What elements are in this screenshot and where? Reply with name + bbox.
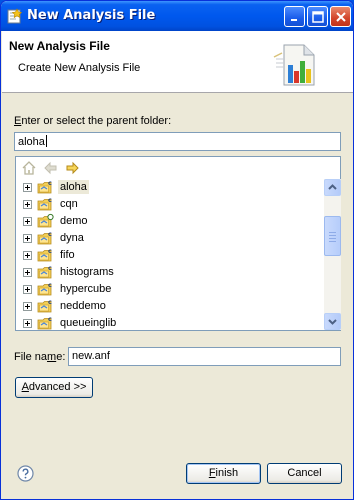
- svg-text:c: c: [48, 298, 52, 306]
- svg-text:c: c: [48, 196, 52, 204]
- analysis-file-wizard-icon: [273, 44, 315, 86]
- scroll-up-button[interactable]: [324, 179, 341, 196]
- maximize-icon: [312, 11, 324, 23]
- parent-folder-input[interactable]: aloha: [14, 132, 341, 151]
- project-folder-icon: c: [37, 196, 52, 211]
- title-bar[interactable]: New Analysis File: [1, 1, 353, 31]
- tree-item-label: queueinglib: [60, 317, 117, 329]
- expand-toggle-icon[interactable]: [23, 234, 32, 243]
- home-icon[interactable]: [21, 161, 37, 175]
- file-name-label: File name:: [14, 351, 66, 363]
- tree-item-dyna[interactable]: c dyna: [16, 230, 316, 247]
- page-description: Create New Analysis File: [18, 62, 141, 74]
- expand-toggle-icon[interactable]: [23, 268, 32, 277]
- project-folder-icon: [37, 213, 54, 228]
- wizard-header: New Analysis File Create New Analysis Fi…: [2, 31, 353, 93]
- project-folder-icon: c: [37, 298, 52, 313]
- advanced-button[interactable]: Advanced >>: [15, 377, 93, 398]
- expand-toggle-icon[interactable]: [23, 302, 32, 311]
- page-title: New Analysis File: [9, 39, 110, 53]
- project-folder-icon: c: [37, 264, 52, 279]
- project-folder-icon: c: [37, 247, 52, 262]
- tree-item-neddemo[interactable]: c neddemo: [16, 298, 316, 315]
- project-folder-icon: c: [37, 230, 52, 245]
- tree-item-hypercube[interactable]: c hypercube: [16, 281, 316, 298]
- chevron-down-icon: [328, 319, 337, 325]
- forward-arrow-icon[interactable]: [65, 161, 81, 175]
- tree-vertical-scrollbar[interactable]: [324, 179, 341, 330]
- tree-item-label: fifo: [60, 249, 75, 261]
- close-icon: [336, 12, 346, 22]
- dialog-window: New Analysis File New Analysis File Crea…: [0, 0, 354, 500]
- tree-item-cqn[interactable]: c cqn: [16, 196, 316, 213]
- project-folder-icon: c: [37, 315, 52, 330]
- chevron-up-icon: [328, 184, 337, 190]
- svg-text:c: c: [48, 281, 52, 289]
- tree-toolbar: [16, 157, 340, 179]
- expand-toggle-icon[interactable]: [23, 217, 32, 226]
- svg-text:c: c: [48, 230, 52, 238]
- tree-item-label: cqn: [60, 198, 78, 210]
- svg-text:c: c: [48, 179, 52, 187]
- file-name-input[interactable]: new.anf: [68, 347, 341, 366]
- minimize-button[interactable]: [284, 6, 305, 27]
- expand-toggle-icon[interactable]: [23, 319, 32, 328]
- expand-toggle-icon[interactable]: [23, 183, 32, 192]
- svg-text:c: c: [48, 315, 52, 323]
- tree-item-label: dyna: [60, 232, 84, 244]
- minimize-icon: [291, 19, 297, 21]
- window-title: New Analysis File: [27, 8, 156, 23]
- tree-item-aloha[interactable]: c aloha: [16, 179, 316, 196]
- tree-item-label: neddemo: [60, 300, 106, 312]
- tree-item-label: histograms: [60, 266, 114, 278]
- folder-tree[interactable]: c aloha c cqn demo c dyna c fifo c histograms c hype…: [15, 156, 341, 331]
- scroll-thumb[interactable]: [324, 216, 341, 256]
- scroll-down-button[interactable]: [324, 313, 341, 330]
- expand-toggle-icon[interactable]: [23, 200, 32, 209]
- help-icon[interactable]: [17, 465, 34, 482]
- tree-item-histograms[interactable]: c histograms: [16, 264, 316, 281]
- tree-item-label: aloha: [58, 180, 89, 194]
- parent-folder-label: Enter or select the parent folder:: [14, 115, 172, 127]
- eclipse-wizard-icon: [7, 8, 23, 24]
- expand-toggle-icon[interactable]: [23, 285, 32, 294]
- back-arrow-icon[interactable]: [42, 161, 58, 175]
- project-folder-icon: c: [37, 179, 52, 194]
- finish-button[interactable]: Finish: [186, 463, 261, 484]
- tree-item-label: demo: [60, 215, 88, 227]
- cancel-button[interactable]: Cancel: [267, 463, 342, 484]
- tree-item-label: hypercube: [60, 283, 112, 295]
- expand-toggle-icon[interactable]: [23, 251, 32, 260]
- tree-item-demo[interactable]: demo: [16, 213, 316, 230]
- project-folder-icon: c: [37, 281, 52, 296]
- svg-text:c: c: [48, 264, 52, 272]
- svg-text:c: c: [48, 247, 52, 255]
- tree-item-queueinglib[interactable]: c queueinglib: [16, 315, 316, 332]
- close-button[interactable]: [330, 6, 351, 27]
- tree-item-fifo[interactable]: c fifo: [16, 247, 316, 264]
- maximize-button[interactable]: [307, 6, 328, 27]
